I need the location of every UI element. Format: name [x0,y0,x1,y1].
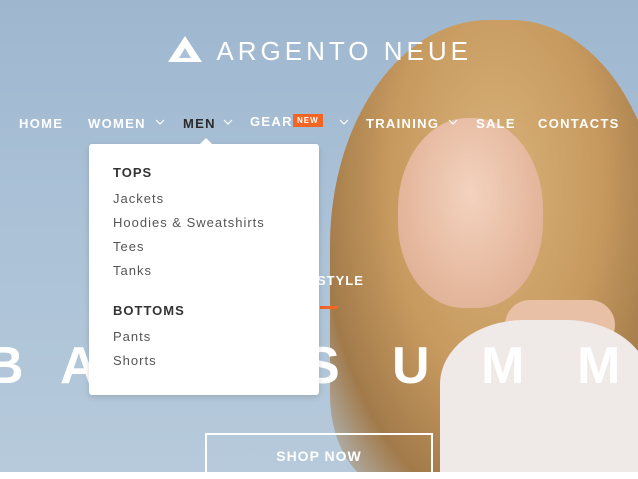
nav-gear[interactable]: GEAR [250,114,293,129]
nav-men[interactable]: MEN [183,116,216,131]
dropdown-section-title-bottoms: BOTTOMS [113,303,185,318]
dropdown-link-tanks[interactable]: Tanks [113,263,152,278]
dropdown-link-pants[interactable]: Pants [113,329,151,344]
chevron-down-icon [155,117,165,130]
accent-divider [320,306,338,309]
nav-home[interactable]: HOME [19,116,63,131]
hero-headline-letter: M [577,337,622,395]
brand-name: ARGENTO NEUE [216,36,472,66]
dropdown-link-shorts[interactable]: Shorts [113,353,157,368]
chevron-down-icon [223,117,233,130]
dropdown-link-tees[interactable]: Tees [113,239,144,254]
hero-headline-letter: U [392,337,431,395]
nav-training[interactable]: TRAINING [366,116,439,131]
hero-image-face [398,118,543,308]
nav-contacts[interactable]: CONTACTS [538,116,620,131]
nav-sale[interactable]: SALE [476,116,516,131]
dropdown-link-jackets[interactable]: Jackets [113,191,164,206]
mountain-logo-icon [166,34,204,69]
shop-now-button[interactable]: SHOP NOW [205,433,433,479]
site-logo[interactable]: ARGENTO NEUE [0,34,638,69]
dropdown-link-hoodies[interactable]: Hoodies & Sweatshirts [113,215,265,230]
dropdown-section-title-tops: TOPS [113,165,153,180]
hero-eyebrow: STYLE [317,273,364,288]
hero-headline-letter: B [0,337,25,395]
hero-headline-letter: M [481,337,526,395]
nav-women[interactable]: WOMEN [88,116,146,131]
chevron-down-icon [339,117,349,130]
new-badge: NEW [293,114,323,127]
men-dropdown-menu: TOPS Jackets Hoodies & Sweatshirts Tees … [89,138,319,395]
dropdown-caret [199,138,213,145]
chevron-down-icon [448,117,458,130]
